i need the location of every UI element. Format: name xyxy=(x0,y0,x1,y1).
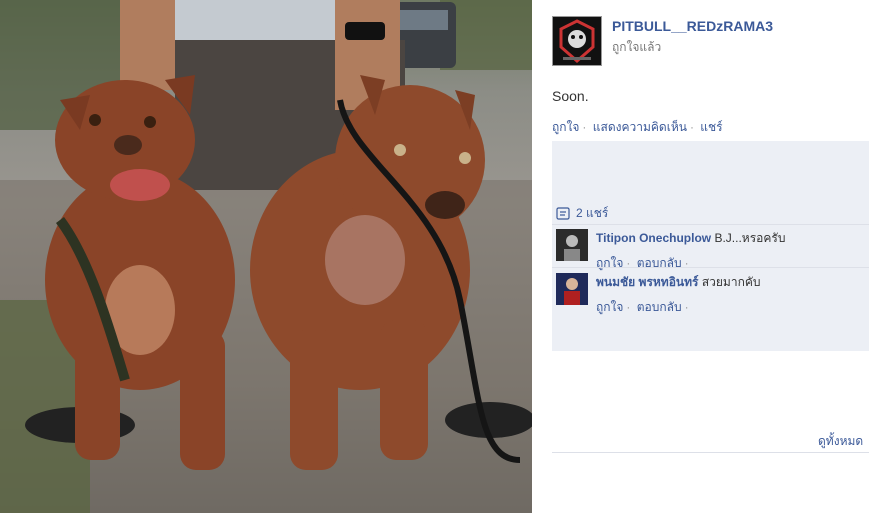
separator-dot: · xyxy=(684,300,689,314)
shares-count[interactable]: 2 แชร์ xyxy=(576,204,608,223)
post-side-panel: PITBULL__REDzRAMA3 ถูกใจแล้ว Soon. ถูกใจ… xyxy=(532,0,869,513)
comment-text: สวยมากคับ xyxy=(701,275,761,289)
see-all-link[interactable]: ดูทั้งหมด xyxy=(818,432,863,451)
page-avatar[interactable] xyxy=(552,16,602,66)
comment-body: พนมชัย พรหทอินทร์ สวยมากคับ ถูกใจ · ตอบกล… xyxy=(596,273,856,317)
divider xyxy=(552,224,869,225)
separator-dot: · xyxy=(582,120,587,134)
photo-illustration xyxy=(0,0,532,513)
page-name-link[interactable]: PITBULL__REDzRAMA3 xyxy=(612,18,773,34)
post-photo[interactable] xyxy=(0,0,532,513)
divider xyxy=(552,452,869,453)
comment-actions: ถูกใจ · ตอบกลับ · xyxy=(596,298,856,317)
separator-dot: · xyxy=(626,300,631,314)
shares-row[interactable]: 2 แชร์ xyxy=(556,204,608,223)
commenter-avatar[interactable] xyxy=(556,229,588,261)
page-logo-icon xyxy=(553,17,601,65)
comment-like-link[interactable]: ถูกใจ xyxy=(596,300,623,314)
divider xyxy=(552,267,869,268)
commenter-avatar[interactable] xyxy=(556,273,588,305)
comment-text: B.J...หรอครับ xyxy=(714,231,786,245)
like-link[interactable]: ถูกใจ xyxy=(552,120,579,134)
post-text: Soon. xyxy=(552,88,589,104)
comment-actions: ถูกใจ · ตอบกลับ · xyxy=(596,254,856,273)
avatar-image xyxy=(556,273,588,305)
share-icon xyxy=(556,206,570,220)
share-link[interactable]: แชร์ xyxy=(700,120,722,134)
commenter-name[interactable]: Titipon Onechuplow xyxy=(596,231,711,245)
liked-status[interactable]: ถูกใจแล้ว xyxy=(612,38,661,57)
comment-reply-link[interactable]: ตอบกลับ xyxy=(637,300,682,314)
commenter-name[interactable]: พนมชัย พรหทอินทร์ xyxy=(596,275,698,289)
separator-dot: · xyxy=(689,120,694,134)
comment-link[interactable]: แสดงความคิดเห็น xyxy=(593,120,687,134)
avatar-image xyxy=(556,229,588,261)
post-actions: ถูกใจ · แสดงความคิดเห็น · แชร์ xyxy=(552,118,723,137)
